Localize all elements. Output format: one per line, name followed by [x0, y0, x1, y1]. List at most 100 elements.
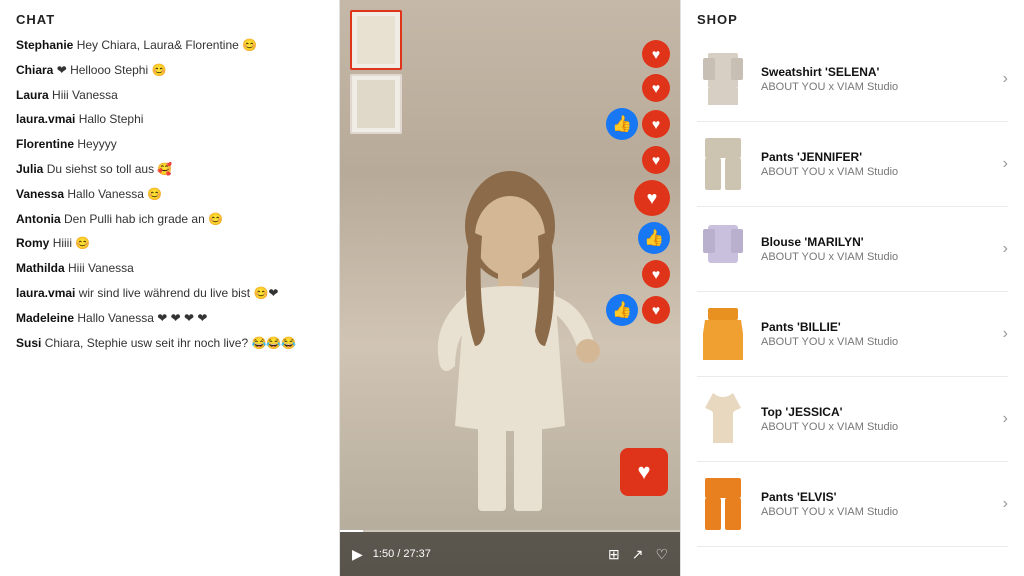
- item-arrow-2[interactable]: ›: [1003, 240, 1008, 258]
- item-name-4: Top 'JESSICA': [761, 405, 991, 419]
- chat-username: laura.vmai: [16, 286, 75, 300]
- heart-reaction-3: ♥: [642, 110, 670, 138]
- shop-item-0[interactable]: Sweatshirt 'SELENA' ABOUT YOU x VIAM Stu…: [697, 37, 1008, 122]
- item-arrow-1[interactable]: ›: [1003, 155, 1008, 173]
- chat-text: Hallo Vanessa ❤ ❤ ❤ ❤: [77, 311, 207, 325]
- shop-item-4[interactable]: Top 'JESSICA' ABOUT YOU x VIAM Studio ›: [697, 377, 1008, 462]
- chat-message-11: Madeleine Hallo Vanessa ❤ ❤ ❤ ❤: [16, 310, 323, 327]
- chat-message-6: Vanessa Hallo Vanessa 😊: [16, 186, 323, 203]
- shop-item-5[interactable]: Pants 'ELVIS' ABOUT YOU x VIAM Studio ›: [697, 462, 1008, 547]
- bottom-heart-reaction: ♥: [620, 448, 668, 496]
- chat-username: Antonia: [16, 212, 61, 226]
- chat-message-5: Julia Du siehst so toll aus 🥰: [16, 161, 323, 178]
- chat-message-7: Antonia Den Pulli hab ich grade an 😊: [16, 211, 323, 228]
- item-info-4: Top 'JESSICA' ABOUT YOU x VIAM Studio: [761, 405, 991, 433]
- reaction-row-8: 👍 ♥: [606, 294, 670, 326]
- item-brand-2: ABOUT YOU x VIAM Studio: [761, 251, 991, 263]
- item-info-1: Pants 'JENNIFER' ABOUT YOU x VIAM Studio: [761, 150, 991, 178]
- item-arrow-4[interactable]: ›: [1003, 410, 1008, 428]
- thumbnail-1[interactable]: [350, 10, 402, 70]
- chat-username: Mathilda: [16, 261, 65, 275]
- item-info-3: Pants 'BILLIE' ABOUT YOU x VIAM Studio: [761, 320, 991, 348]
- heart-icon[interactable]: ♡: [655, 546, 668, 563]
- chat-username: Susi: [16, 336, 41, 350]
- chat-message-4: Florentine Heyyyy: [16, 136, 323, 153]
- item-info-2: Blouse 'MARILYN' ABOUT YOU x VIAM Studio: [761, 235, 991, 263]
- chat-text: Den Pulli hab ich grade an 😊: [64, 212, 223, 226]
- shop-item-2[interactable]: Blouse 'MARILYN' ABOUT YOU x VIAM Studio…: [697, 207, 1008, 292]
- item-image-5: [697, 472, 749, 536]
- item-image-0: [697, 47, 749, 111]
- reaction-row-6: 👍: [638, 222, 670, 254]
- chat-message-10: laura.vmai wir sind live während du live…: [16, 285, 323, 302]
- heart-reaction-4: ♥: [642, 146, 670, 174]
- chat-username: Laura: [16, 88, 49, 102]
- chat-text: wir sind live während du live bist 😊❤: [79, 286, 279, 300]
- item-info-5: Pants 'ELVIS' ABOUT YOU x VIAM Studio: [761, 490, 991, 518]
- item-image-3: [697, 302, 749, 366]
- chat-text: Hallo Vanessa 😊: [67, 187, 162, 201]
- share-icon[interactable]: ↗: [632, 546, 644, 563]
- chat-text: Hey Chiara, Laura& Florentine 😊: [77, 38, 257, 52]
- chat-message-8: Romy Hiiii 😊: [16, 235, 323, 252]
- item-name-3: Pants 'BILLIE': [761, 320, 991, 334]
- item-arrow-3[interactable]: ›: [1003, 325, 1008, 343]
- heart-reaction-5: ♥: [634, 180, 670, 216]
- shop-items-list: Sweatshirt 'SELENA' ABOUT YOU x VIAM Stu…: [697, 37, 1008, 547]
- chat-username: Vanessa: [16, 187, 64, 201]
- chat-text: Heyyyy: [77, 137, 116, 151]
- chat-text: Chiara, Stephie usw seit ihr noch live? …: [45, 336, 297, 350]
- chat-message-0: Stephanie Hey Chiara, Laura& Florentine …: [16, 37, 323, 54]
- item-name-1: Pants 'JENNIFER': [761, 150, 991, 164]
- item-brand-5: ABOUT YOU x VIAM Studio: [761, 506, 991, 518]
- chat-username: Romy: [16, 236, 49, 250]
- total-time: 27:37: [403, 548, 431, 560]
- item-image-1: [697, 132, 749, 196]
- grid-icon[interactable]: ⊞: [608, 546, 620, 563]
- time-display: 1:50 / 27:37: [373, 548, 598, 560]
- item-name-0: Sweatshirt 'SELENA': [761, 65, 991, 79]
- reaction-row-3: 👍 ♥: [606, 108, 670, 140]
- shop-item-1[interactable]: Pants 'JENNIFER' ABOUT YOU x VIAM Studio…: [697, 122, 1008, 207]
- chat-text: Hiiii 😊: [53, 236, 91, 250]
- item-brand-3: ABOUT YOU x VIAM Studio: [761, 336, 991, 348]
- chat-text: Hiii Vanessa: [68, 261, 134, 275]
- chat-title: CHAT: [16, 12, 323, 27]
- item-name-5: Pants 'ELVIS': [761, 490, 991, 504]
- item-brand-0: ABOUT YOU x VIAM Studio: [761, 81, 991, 93]
- current-time: 1:50: [373, 548, 394, 560]
- video-control-icons: ⊞ ↗ ♡: [608, 546, 668, 563]
- reaction-row-7: ♥: [642, 260, 670, 288]
- chat-message-2: Laura Hiii Vanessa: [16, 87, 323, 104]
- item-image-4: [697, 387, 749, 451]
- chat-panel: CHAT Stephanie Hey Chiara, Laura& Floren…: [0, 0, 340, 576]
- reactions-overlay: ♥ ♥ 👍 ♥ ♥ ♥ 👍 ♥ 👍 ♥: [606, 40, 670, 326]
- item-image-2: [697, 217, 749, 281]
- shop-item-3[interactable]: Pants 'BILLIE' ABOUT YOU x VIAM Studio ›: [697, 292, 1008, 377]
- chat-text: Du siehst so toll aus 🥰: [47, 162, 173, 176]
- thumbnail-2[interactable]: [350, 74, 402, 134]
- video-panel: ♥ ♥ 👍 ♥ ♥ ♥ 👍 ♥ 👍 ♥ ♥ ▶: [340, 0, 680, 576]
- like-reaction-2: 👍: [638, 222, 670, 254]
- chat-message-9: Mathilda Hiii Vanessa: [16, 260, 323, 277]
- like-reaction-3: 👍: [606, 294, 638, 326]
- item-info-0: Sweatshirt 'SELENA' ABOUT YOU x VIAM Stu…: [761, 65, 991, 93]
- chat-message-3: laura.vmai Hallo Stephi: [16, 111, 323, 128]
- chat-username: Chiara: [16, 63, 53, 77]
- product-thumbnails: [350, 10, 402, 134]
- heart-reaction-6: ♥: [642, 260, 670, 288]
- shop-panel: SHOP Sweatshirt 'SELENA' ABOUT YOU x VIA…: [680, 0, 1024, 576]
- item-arrow-0[interactable]: ›: [1003, 70, 1008, 88]
- like-reaction-1: 👍: [606, 108, 638, 140]
- heart-reaction-1: ♥: [642, 40, 670, 68]
- chat-messages: Stephanie Hey Chiara, Laura& Florentine …: [16, 37, 323, 564]
- item-name-2: Blouse 'MARILYN': [761, 235, 991, 249]
- person-silhouette: [410, 146, 610, 526]
- chat-text: Hiii Vanessa: [52, 88, 118, 102]
- chat-message-12: Susi Chiara, Stephie usw seit ihr noch l…: [16, 335, 323, 352]
- chat-username: Florentine: [16, 137, 74, 151]
- chat-message-1: Chiara ❤ Hellooo Stephi 😊: [16, 62, 323, 79]
- item-arrow-5[interactable]: ›: [1003, 495, 1008, 513]
- play-button[interactable]: ▶: [352, 546, 363, 563]
- item-brand-1: ABOUT YOU x VIAM Studio: [761, 166, 991, 178]
